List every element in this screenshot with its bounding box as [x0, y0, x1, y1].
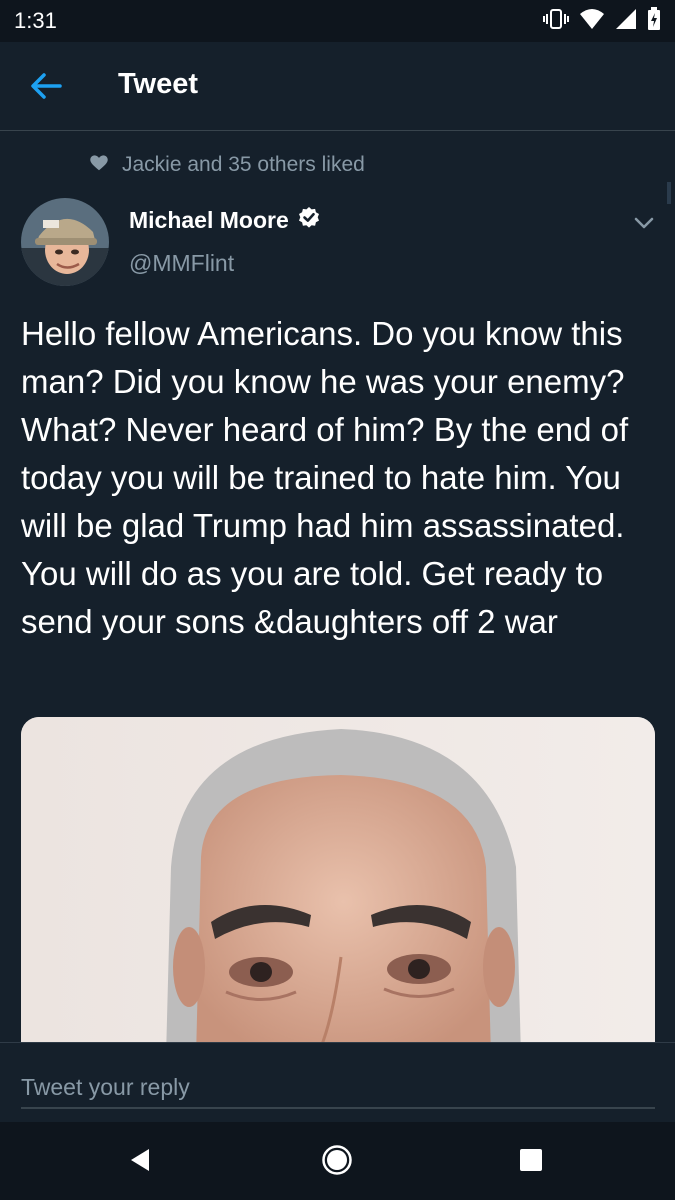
author-name: Michael Moore: [129, 207, 289, 233]
arrow-left-icon: [26, 73, 66, 110]
tweet-detail-screen: 1:31 Tweet Jackie and 35 others liked Mi…: [0, 0, 675, 1200]
status-bar: 1:31: [0, 0, 675, 42]
signal-icon: [615, 8, 637, 35]
nav-home-button[interactable]: [319, 1144, 355, 1180]
verified-badge-icon: [297, 206, 321, 235]
app-bar: Tweet: [0, 42, 675, 131]
vibrate-icon: [543, 8, 569, 35]
author-name-row[interactable]: Michael Moore: [129, 206, 321, 235]
status-icons: [543, 6, 661, 36]
social-context[interactable]: Jackie and 35 others liked: [90, 150, 365, 180]
tweet-photo[interactable]: [21, 717, 655, 1057]
tweet-text: Hello fellow Americans. Do you know this…: [21, 315, 629, 640]
battery-icon: [647, 6, 661, 36]
heart-icon: [90, 153, 108, 177]
scrollbar-thumb[interactable]: [667, 182, 671, 204]
back-triangle-icon: [127, 1147, 153, 1178]
tweet-menu-button[interactable]: [631, 210, 657, 236]
chevron-down-icon: [631, 217, 657, 240]
recents-square-icon: [518, 1147, 544, 1178]
author-handle[interactable]: @MMFlint: [129, 250, 234, 277]
wifi-icon: [579, 8, 605, 35]
status-time: 1:31: [14, 8, 57, 33]
page-title: Tweet: [118, 68, 199, 100]
social-context-text: Jackie and 35 others liked: [122, 153, 365, 176]
home-circle-icon: [321, 1144, 353, 1181]
avatar[interactable]: [21, 198, 109, 286]
reply-input[interactable]: [21, 1067, 655, 1109]
reply-bar: [0, 1042, 675, 1123]
nav-back-button[interactable]: [122, 1144, 158, 1180]
nav-recents-button[interactable]: [513, 1144, 549, 1180]
system-nav-bar: [0, 1122, 675, 1200]
back-button[interactable]: [26, 66, 66, 106]
